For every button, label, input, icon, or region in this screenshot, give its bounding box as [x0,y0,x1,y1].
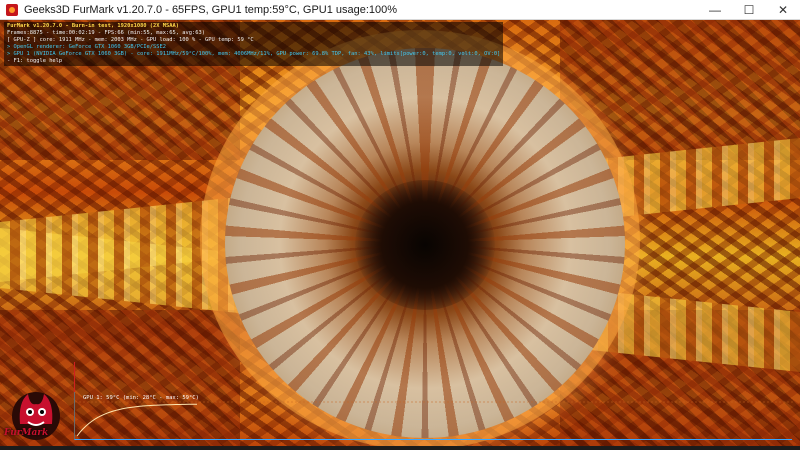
overlay-renderer: > OpenGL renderer: GeForce GTX 1060 3GB/… [7,44,167,50]
overlay-gpu1: > GPU 1 (NVIDIA GeForce GTX 1060 3GB) - … [7,51,501,57]
overlay-gpuz: [ GPU-Z ] core: 1911 MHz - mem: 2003 MHz… [7,37,254,43]
overlay-help: - F1: toggle help [7,58,63,64]
temperature-graph: GPU 1: 59°C (min: 28°C - max: 59°C) [74,392,793,440]
render-viewport[interactable] [0,20,800,450]
logo-text: FurMark [4,428,49,438]
maximize-button[interactable]: ☐ [732,0,766,20]
graph-label: GPU 1: 59°C (min: 28°C - max: 59°C) [83,395,199,401]
furmark-app-icon[interactable] [6,3,18,16]
overlay-frames: Frames:8875 - time:00:02:19 - FPS:66 (mi… [7,30,205,36]
overlay-title: FurMark v1.20.7.0 - Burn-in test, 1920x1… [7,23,180,29]
bottom-edge [0,446,800,450]
title-bar: Geeks3D FurMark v1.20.7.0 - 65FPS, GPU1 … [0,0,800,20]
window-title: Geeks3D FurMark v1.20.7.0 - 65FPS, GPU1 … [24,3,398,16]
fur-donut-center [355,180,495,310]
stats-overlay: FurMark v1.20.7.0 - Burn-in test, 1920x1… [4,22,504,66]
close-button[interactable]: ✕ [766,0,800,20]
minimize-button[interactable]: — [698,0,732,20]
